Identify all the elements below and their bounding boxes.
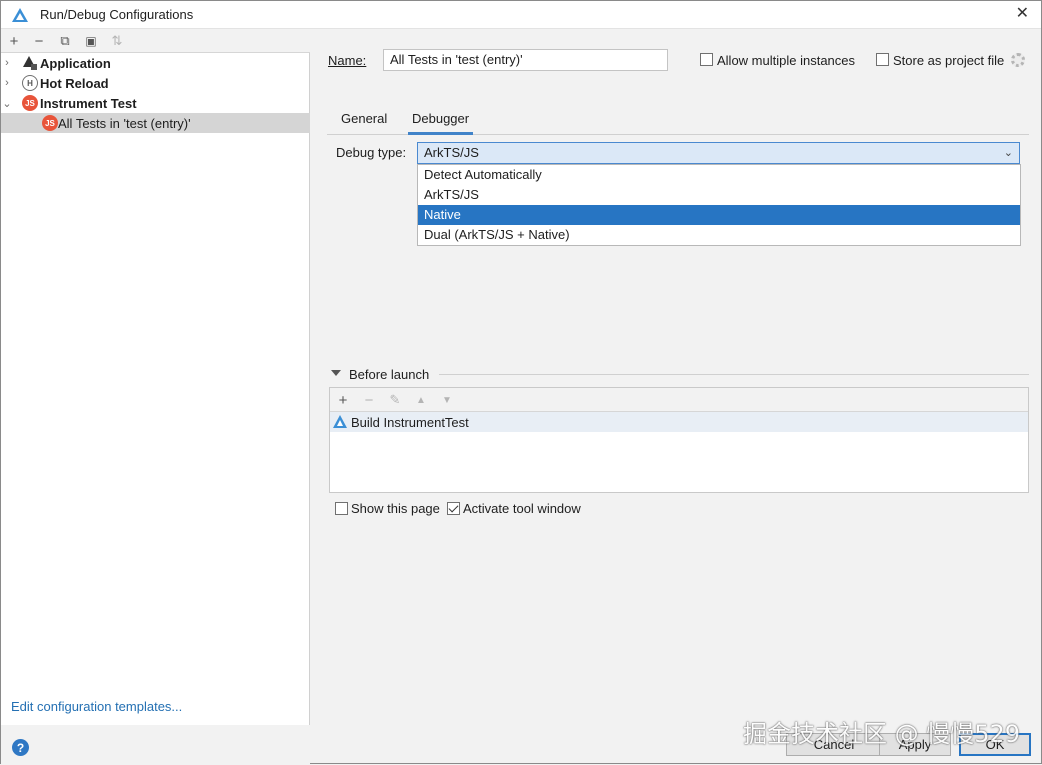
window-title: Run/Debug Configurations [40, 7, 194, 22]
expand-arrow-icon[interactable]: › [1, 57, 13, 69]
before-launch-title: Before launch [349, 367, 430, 382]
debug-type-label: Debug type: [336, 145, 407, 160]
tree-item-label: Instrument Test [40, 95, 137, 111]
deveco-logo-icon [12, 8, 28, 22]
option-arkts-js[interactable]: ArkTS/JS [418, 185, 1020, 205]
move-down-icon[interactable]: ▼ [437, 390, 457, 410]
chevron-down-icon[interactable]: ⌄ [1004, 146, 1013, 159]
add-task-icon[interactable]: + [333, 390, 353, 410]
remove-task-icon[interactable]: − [359, 390, 379, 410]
build-icon [333, 415, 347, 428]
sidebar-toolbar: + − ⧉ ▣ ⇅ [1, 29, 310, 53]
tree-item-label: Application [40, 55, 111, 71]
tab-debugger[interactable]: Debugger [408, 111, 474, 135]
tree-item-all-tests[interactable]: JS All Tests in 'test (entry)' [1, 113, 310, 133]
debug-type-dropdown: Detect Automatically ArkTS/JS Native Dua… [417, 164, 1021, 246]
expand-arrow-icon[interactable]: › [1, 77, 13, 89]
list-item[interactable]: Build InstrumentTest [330, 412, 1028, 432]
sort-icon[interactable]: ⇅ [107, 31, 127, 51]
hot-reload-icon: H [22, 75, 38, 91]
activate-tool-window-checkbox[interactable] [447, 502, 460, 515]
store-as-project-file-label: Store as project file [893, 53, 1005, 68]
option-dual[interactable]: Dual (ArkTS/JS + Native) [418, 225, 1020, 245]
tab-bar: General Debugger [327, 107, 1029, 135]
remove-configuration-icon[interactable]: − [29, 31, 49, 51]
before-launch-toolbar: + − ✎ ▲ ▼ [330, 388, 1028, 412]
new-folder-icon[interactable]: ▣ [81, 31, 101, 51]
before-launch-section: Before launch [329, 365, 1029, 385]
edit-task-icon[interactable]: ✎ [385, 390, 405, 410]
title-bar: Run/Debug Configurations ✕ [1, 1, 1041, 29]
debug-type-select[interactable]: ArkTS/JS ⌄ [417, 142, 1020, 164]
before-launch-task-label: Build InstrumentTest [351, 415, 469, 430]
debug-type-value: ArkTS/JS [424, 145, 479, 160]
watermark: 掘金技术社区 @ 慢慢529 [743, 720, 1021, 748]
name-label: Name: [328, 53, 367, 68]
configuration-editor: Name: All Tests in 'test (entry)' Allow … [311, 29, 1041, 763]
configurations-sidebar: + − ⧉ ▣ ⇅ › Application › H Hot Reload ⌄ [1, 29, 310, 725]
move-up-icon[interactable]: ▲ [411, 390, 431, 410]
tree-item-hot-reload[interactable]: › H Hot Reload [1, 73, 310, 93]
js-icon: JS [42, 115, 58, 131]
js-icon: JS [22, 95, 38, 111]
allow-multiple-instances-checkbox[interactable] [700, 53, 713, 66]
store-as-project-file-checkbox[interactable] [876, 53, 889, 66]
tab-general[interactable]: General [337, 111, 391, 135]
option-native[interactable]: Native [418, 205, 1020, 225]
gear-icon[interactable] [1011, 53, 1025, 67]
application-icon [23, 56, 37, 70]
tree-item-label: All Tests in 'test (entry)' [58, 115, 191, 131]
close-icon[interactable]: ✕ [1016, 5, 1029, 23]
name-input[interactable]: All Tests in 'test (entry)' [383, 49, 668, 71]
collapse-arrow-icon[interactable]: ⌄ [1, 97, 13, 110]
bottom-left-bar: ? [1, 725, 310, 765]
allow-multiple-instances-label: Allow multiple instances [717, 53, 856, 68]
before-launch-panel: + − ✎ ▲ ▼ Build InstrumentTest [329, 387, 1029, 493]
help-icon[interactable]: ? [12, 739, 29, 756]
run-debug-configurations-dialog: Run/Debug Configurations ✕ + − ⧉ ▣ ⇅ › A… [0, 0, 1042, 765]
tree-item-label: Hot Reload [40, 75, 109, 91]
collapse-triangle-icon[interactable] [331, 370, 341, 376]
tree-item-instrument-test[interactable]: ⌄ JS Instrument Test [1, 93, 310, 113]
tree-item-application[interactable]: › Application [1, 53, 310, 73]
activate-tool-window-label: Activate tool window [463, 501, 581, 516]
edit-configuration-templates-link[interactable]: Edit configuration templates... [11, 699, 182, 714]
copy-configuration-icon[interactable]: ⧉ [55, 31, 75, 51]
show-this-page-label: Show this page [351, 501, 440, 516]
option-detect-automatically[interactable]: Detect Automatically [418, 165, 1020, 185]
show-this-page-checkbox[interactable] [335, 502, 348, 515]
add-configuration-icon[interactable]: + [4, 31, 24, 51]
divider [439, 374, 1029, 375]
